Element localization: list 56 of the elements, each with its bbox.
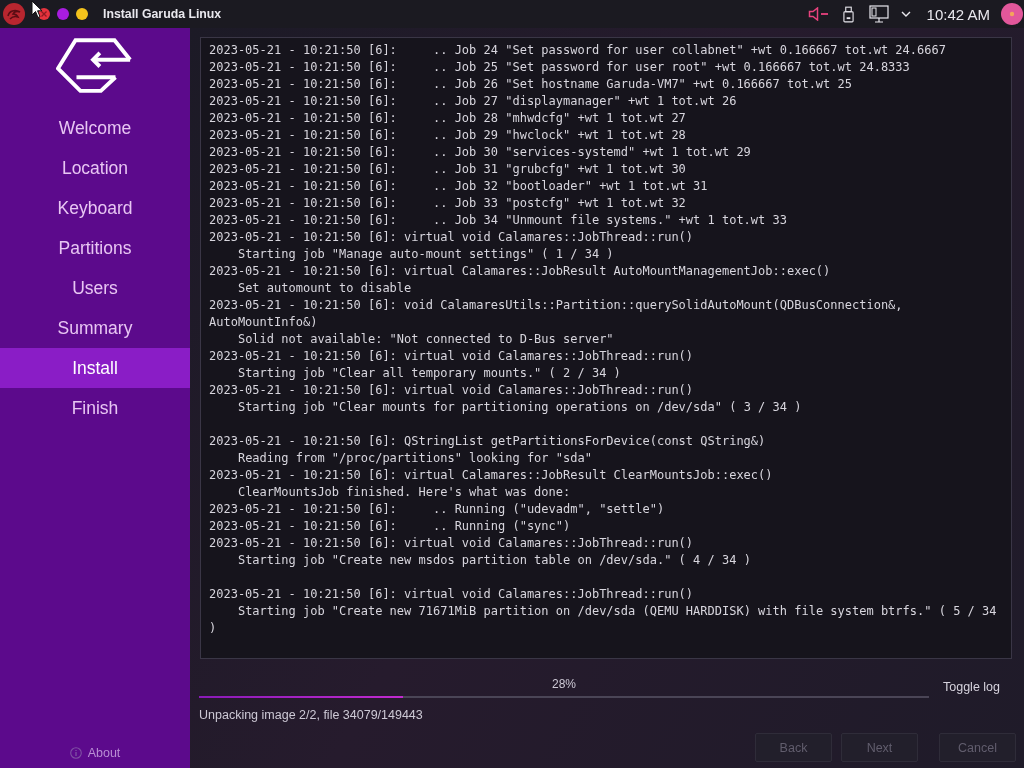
log-line: Starting job "Clear mounts for partitioning operations on /dev/sda" ( 3 / 34 ) xyxy=(236,399,803,416)
log-line: Starting job "Manage auto-mount settings" ( 1 / 34 ) xyxy=(236,246,615,263)
log-line: 2023-05-21 - 10:21:50 [6]: .. Job 24 "Set password for user collabnet" +wt 0.166667 tot.wt 24.6667 xyxy=(209,42,947,59)
log-line: Starting job "Clear all temporary mounts." ( 2 / 34 ) xyxy=(236,365,622,382)
sidebar-item: Summary xyxy=(56,316,134,340)
window-title: Install Garuda Linux xyxy=(103,7,222,21)
sidebar-item: Partitions xyxy=(57,236,133,260)
logo-icon xyxy=(56,38,134,95)
log-line: 2023-05-21 - 10:21:50 [6]: .. Job 28 "mhwdcfg" +wt 1 tot.wt 27 xyxy=(209,110,687,127)
sidebar-item: Users xyxy=(71,276,119,300)
log-line: 2023-05-21 - 10:21:50 [6]: virtual void Calamares::JobThread::run() xyxy=(209,586,695,603)
log-line: 2023-05-21 - 10:21:50 [6]: .. Job 27 "displaymanager" +wt 1 tot.wt 26 xyxy=(209,93,738,110)
log-line: 2023-05-21 - 10:21:50 [6]: virtual void Calamares::JobThread::run() xyxy=(209,382,695,399)
log-line: Set automount to disable xyxy=(236,280,413,297)
log-line: 2023-05-21 - 10:21:50 [6]: QStringList getPartitionsForDevice(const QString&) xyxy=(209,433,767,450)
app-logo-icon xyxy=(3,3,25,25)
log-line: 2023-05-21 - 10:21:50 [6]: .. Running ("sync") xyxy=(209,518,572,535)
log-line: 2023-05-21 - 10:21:50 [6]: .. Job 34 "Unmount file systems." +wt 1 tot.wt 33 xyxy=(209,212,788,229)
log-line: Starting job "Create new 71671MiB partition on /dev/sda (QEMU HARDDISK) with file system btrfs." ( 5 / 34 ) xyxy=(209,603,998,637)
progress-percent: 28% xyxy=(552,676,576,693)
maximize-button[interactable] xyxy=(76,8,88,20)
sidebar-item: Location xyxy=(60,156,130,180)
log-line: 2023-05-21 - 10:21:50 [6]: .. Running ("udevadm", "settle") xyxy=(209,501,666,518)
log-line: 2023-05-21 - 10:21:50 [6]: virtual void Calamares::JobThread::run() xyxy=(209,348,695,365)
log-line: 2023-05-21 - 10:21:50 [6]: .. Job 29 "hwclock" +wt 1 tot.wt 28 xyxy=(209,127,687,144)
minimize-button[interactable] xyxy=(57,8,69,20)
log-line: 2023-05-21 - 10:21:50 [6]: void CalamaresUtils::Partition::querySolidAutoMount(QDBusConnection&, AutoMountInfo&) xyxy=(209,297,904,331)
log-line: ClearMountsJob finished. Here's what was done: xyxy=(236,484,572,501)
status-text: Unpacking image 2/2, file 34079/149443 xyxy=(199,707,423,723)
log-line: 2023-05-21 - 10:21:50 [6]: .. Job 26 "Set hostname Garuda-VM7" +wt 0.166667 tot.wt 25 xyxy=(209,76,853,93)
log-line: Solid not available: "Not connected to D-Bus server" xyxy=(236,331,615,348)
about-button[interactable]: About xyxy=(87,746,121,760)
log-line: 2023-05-21 - 10:21:50 [6]: virtual Calamares::JobResult AutoMountManagementJob::exec() xyxy=(209,263,832,280)
sidebar-item: Welcome xyxy=(57,116,133,140)
mouse-pointer-icon xyxy=(31,0,43,19)
log-line: 2023-05-21 - 10:21:50 [6]: virtual Calamares::JobResult ClearMountsJob::exec() xyxy=(209,467,774,484)
log-line: 2023-05-21 - 10:21:50 [6]: .. Job 30 "services-systemd" +wt 1 tot.wt 29 xyxy=(209,144,752,161)
log-line: 2023-05-21 - 10:21:50 [6]: .. Job 31 "grubcfg" +wt 1 tot.wt 30 xyxy=(209,161,687,178)
log-line: 2023-05-21 - 10:21:50 [6]: virtual void Calamares::JobThread::run() xyxy=(209,229,695,246)
network-icon[interactable] xyxy=(868,5,889,23)
sidebar-item: Finish xyxy=(70,396,120,420)
log-line: 2023-05-21 - 10:21:50 [6]: virtual void Calamares::JobThread::run() xyxy=(209,535,695,552)
sidebar-item: Keyboard xyxy=(56,196,134,220)
log-line: Reading from "/proc/partitions" looking for "sda" xyxy=(236,450,593,467)
usb-drive-icon[interactable] xyxy=(842,5,854,23)
speaker-icon[interactable] xyxy=(807,7,830,21)
chevron-down-icon[interactable] xyxy=(900,11,911,17)
toggle-log-button[interactable]: Toggle log xyxy=(936,676,1007,698)
log-line: 2023-05-21 - 10:21:50 [6]: .. Job 33 "postcfg" +wt 1 tot.wt 32 xyxy=(209,195,687,212)
info-icon xyxy=(69,747,82,759)
circle-icon[interactable] xyxy=(1001,3,1023,25)
clock[interactable]: 10:42 AM xyxy=(926,5,990,23)
log-line: 2023-05-21 - 10:21:50 [6]: .. Job 32 "bootloader" +wt 1 tot.wt 31 xyxy=(209,178,709,195)
log-line: Starting job "Create new msdos partition table on /dev/sda." ( 4 / 34 ) xyxy=(236,552,752,569)
log-line: 2023-05-21 - 10:21:50 [6]: .. Job 25 "Set password for user root" +wt 0.166667 tot.wt 24.8333 xyxy=(209,59,911,76)
sidebar-item: Install xyxy=(0,348,190,388)
